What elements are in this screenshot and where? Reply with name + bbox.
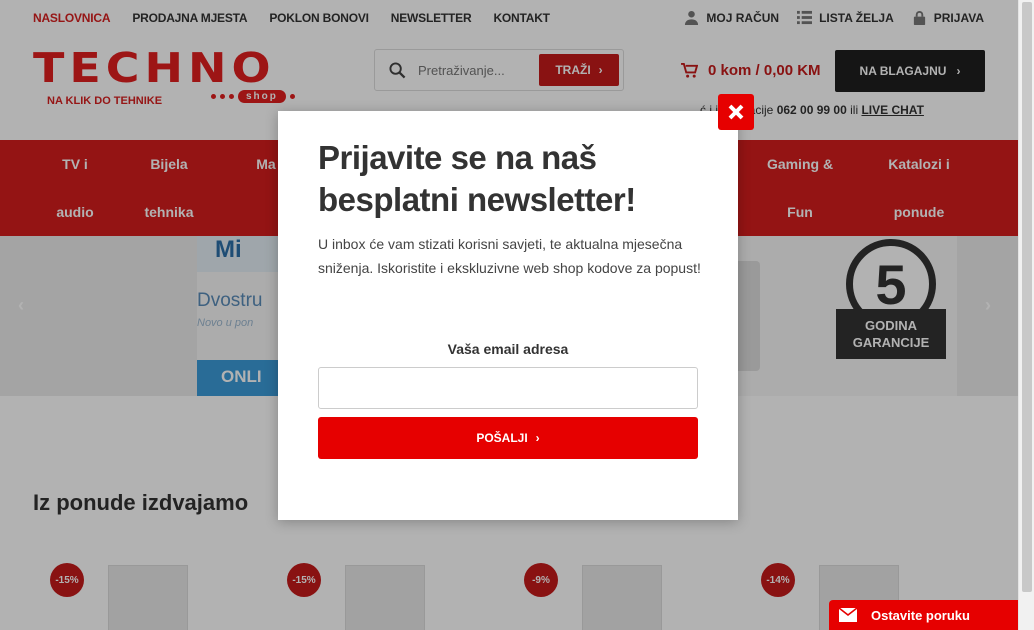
- scrollbar-thumb[interactable]: [1022, 2, 1032, 592]
- submit-button[interactable]: POŠALJI ›: [318, 417, 698, 459]
- scrollbar[interactable]: [1018, 0, 1034, 630]
- newsletter-modal: Prijavite se na naš besplatni newsletter…: [278, 111, 738, 520]
- chevron-right-icon: ›: [535, 431, 540, 445]
- page: NASLOVNICA PRODAJNA MJESTA POKLON BONOVI…: [0, 0, 1034, 630]
- modal-description: U inbox će vam stizati korisni savjeti, …: [318, 236, 701, 276]
- email-field[interactable]: [318, 367, 698, 409]
- submit-label: POŠALJI: [476, 431, 528, 445]
- envelope-icon: [839, 608, 857, 622]
- modal-title: Prijavite se na naš besplatni newsletter…: [318, 139, 636, 218]
- leave-message-widget[interactable]: Ostavite poruku: [829, 600, 1023, 630]
- leave-message-label: Ostavite poruku: [871, 607, 970, 623]
- close-button[interactable]: [718, 94, 754, 130]
- email-label: Vaša email adresa: [447, 341, 569, 357]
- close-icon: [728, 104, 744, 120]
